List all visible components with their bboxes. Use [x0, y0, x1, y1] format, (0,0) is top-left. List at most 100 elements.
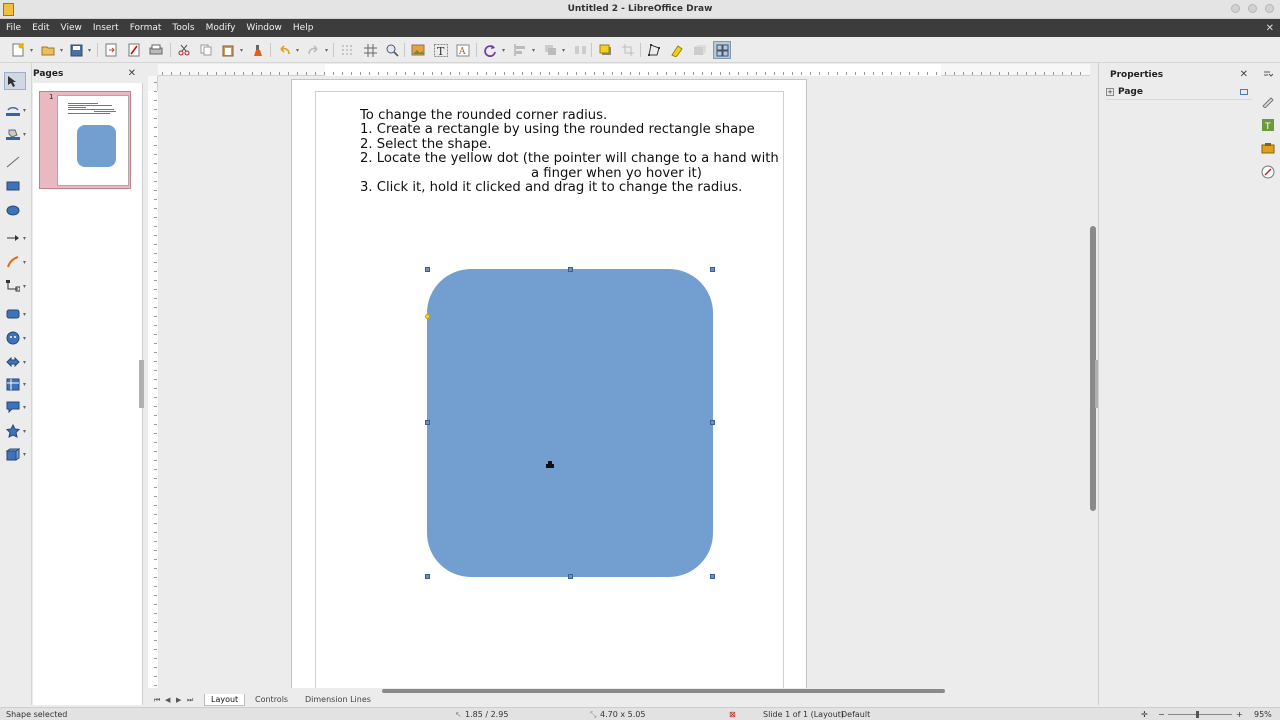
rectangle-tool-icon[interactable]: [4, 177, 26, 195]
window-title: Untitled 2 - LibreOffice Draw: [567, 4, 713, 14]
fit-page-icon[interactable]: ✛: [1141, 710, 1148, 719]
resize-handle-top[interactable]: [568, 267, 573, 272]
basic-shapes-icon[interactable]: ▾: [4, 305, 26, 323]
resize-handle-bottom-right[interactable]: [710, 574, 715, 579]
menu-insert[interactable]: Insert: [93, 23, 126, 33]
insert-text-box-icon[interactable]: T: [433, 42, 449, 58]
resize-handle-top-left[interactable]: [425, 267, 430, 272]
resize-handle-bottom-left[interactable]: [425, 574, 430, 579]
3d-objects-icon[interactable]: ▾: [4, 445, 26, 463]
clone-formatting-icon[interactable]: [249, 42, 265, 58]
page-section[interactable]: + Page: [1106, 86, 1252, 100]
curves-polygons-icon[interactable]: ▾: [4, 253, 26, 271]
open-folder-icon[interactable]: [40, 42, 63, 58]
resize-handle-left[interactable]: [425, 420, 430, 425]
zoom-slider-knob[interactable]: [1196, 711, 1199, 718]
instruction-text-box[interactable]: To change the rounded corner radius. 1. …: [360, 108, 790, 195]
toggle-extrusion-icon[interactable]: [692, 42, 708, 58]
symbol-shapes-icon[interactable]: ▾: [4, 329, 26, 347]
insert-image-icon[interactable]: [410, 42, 426, 58]
pages-panel-splitter[interactable]: [139, 360, 144, 408]
gallery-deck-icon[interactable]: [1260, 140, 1276, 156]
vertical-ruler[interactable]: [148, 76, 158, 689]
fill-color-icon[interactable]: ▾: [4, 125, 26, 143]
next-tab-icon[interactable]: ▶: [176, 696, 181, 704]
menu-edit[interactable]: Edit: [32, 23, 56, 33]
redo-icon[interactable]: [305, 42, 328, 58]
rotate-icon[interactable]: [482, 42, 505, 58]
close-document-icon[interactable]: ✕: [1266, 23, 1274, 34]
menu-view[interactable]: View: [61, 23, 89, 33]
lines-arrows-icon[interactable]: ▾: [4, 229, 26, 247]
menu-modify[interactable]: Modify: [206, 23, 243, 33]
show-draw-functions-icon[interactable]: [713, 41, 731, 59]
tab-controls[interactable]: Controls: [249, 694, 294, 706]
line-tool-icon[interactable]: [4, 153, 26, 171]
ruler-tick: [154, 469, 157, 470]
previous-tab-icon[interactable]: ◀: [165, 696, 170, 704]
menu-format[interactable]: Format: [130, 23, 169, 33]
ruler-tick: [154, 667, 157, 668]
maximize-button[interactable]: [1248, 4, 1257, 13]
copy-icon[interactable]: [198, 42, 214, 58]
zoom-level[interactable]: 95%: [1254, 710, 1272, 719]
sidebar-menu-icon[interactable]: [1260, 67, 1276, 83]
close-properties-icon[interactable]: ✕: [1240, 69, 1248, 80]
minimize-button[interactable]: [1231, 4, 1240, 13]
tab-layout[interactable]: Layout: [204, 694, 246, 706]
cut-icon[interactable]: [176, 42, 192, 58]
zoom-out-icon[interactable]: −: [1158, 710, 1165, 719]
export-pdf-icon[interactable]: [126, 42, 142, 58]
rounded-rectangle-shape[interactable]: [427, 269, 713, 577]
arrange-icon[interactable]: [542, 42, 565, 58]
menu-file[interactable]: File: [6, 23, 28, 33]
corner-radius-handle[interactable]: [425, 314, 430, 319]
ellipse-tool-icon[interactable]: [4, 201, 26, 219]
points-edit-icon[interactable]: [646, 42, 662, 58]
resize-handle-right[interactable]: [710, 420, 715, 425]
menu-window[interactable]: Window: [246, 23, 289, 33]
more-options-icon[interactable]: [1240, 89, 1248, 95]
zoom-in-icon[interactable]: +: [1236, 710, 1243, 719]
ruler-tick: [693, 72, 694, 75]
align-objects-icon[interactable]: [512, 42, 535, 58]
expand-icon[interactable]: +: [1106, 88, 1114, 96]
new-document-icon[interactable]: [10, 42, 33, 58]
slide-thumbnail[interactable]: 1: [39, 91, 131, 189]
print-icon[interactable]: [148, 42, 164, 58]
resize-handle-top-right[interactable]: [710, 267, 715, 272]
stars-icon[interactable]: ▾: [4, 422, 26, 440]
glue-points-icon[interactable]: [669, 42, 685, 58]
callouts-icon[interactable]: ▾: [4, 398, 26, 416]
horizontal-scroll-thumb[interactable]: [382, 689, 945, 693]
navigator-deck-icon[interactable]: [1260, 164, 1276, 180]
flowchart-icon[interactable]: ▾: [4, 375, 26, 393]
connectors-icon[interactable]: ▾: [4, 277, 26, 295]
insert-fontwork-icon[interactable]: A: [455, 42, 471, 58]
paste-icon[interactable]: [220, 42, 243, 58]
line-color-icon[interactable]: ▾: [4, 101, 26, 119]
close-pages-panel-icon[interactable]: ✕: [128, 68, 136, 79]
block-arrows-icon[interactable]: ▾: [4, 353, 26, 371]
properties-deck-icon[interactable]: [1260, 93, 1276, 109]
zoom-slider[interactable]: [1168, 714, 1232, 715]
zoom-pan-icon[interactable]: [384, 42, 400, 58]
helplines-icon[interactable]: [362, 42, 378, 58]
menu-tools[interactable]: Tools: [172, 23, 201, 33]
tab-dimension-lines[interactable]: Dimension Lines: [299, 694, 377, 706]
last-tab-icon[interactable]: ⏭: [187, 696, 193, 705]
first-tab-icon[interactable]: ⏮: [154, 696, 160, 705]
resize-handle-bottom[interactable]: [568, 574, 573, 579]
crop-icon[interactable]: [620, 42, 636, 58]
select-icon[interactable]: [4, 72, 26, 90]
document-modified-icon[interactable]: ⊠: [729, 710, 736, 719]
shadow-icon[interactable]: [597, 42, 613, 58]
display-grid-icon[interactable]: [339, 42, 355, 58]
distribute-icon[interactable]: [572, 42, 588, 58]
save-icon[interactable]: [68, 42, 91, 58]
undo-icon[interactable]: [276, 42, 299, 58]
menu-help[interactable]: Help: [293, 23, 321, 33]
close-window-button[interactable]: [1265, 4, 1274, 13]
export-icon[interactable]: [103, 42, 119, 58]
styles-deck-icon[interactable]: T: [1260, 117, 1276, 133]
